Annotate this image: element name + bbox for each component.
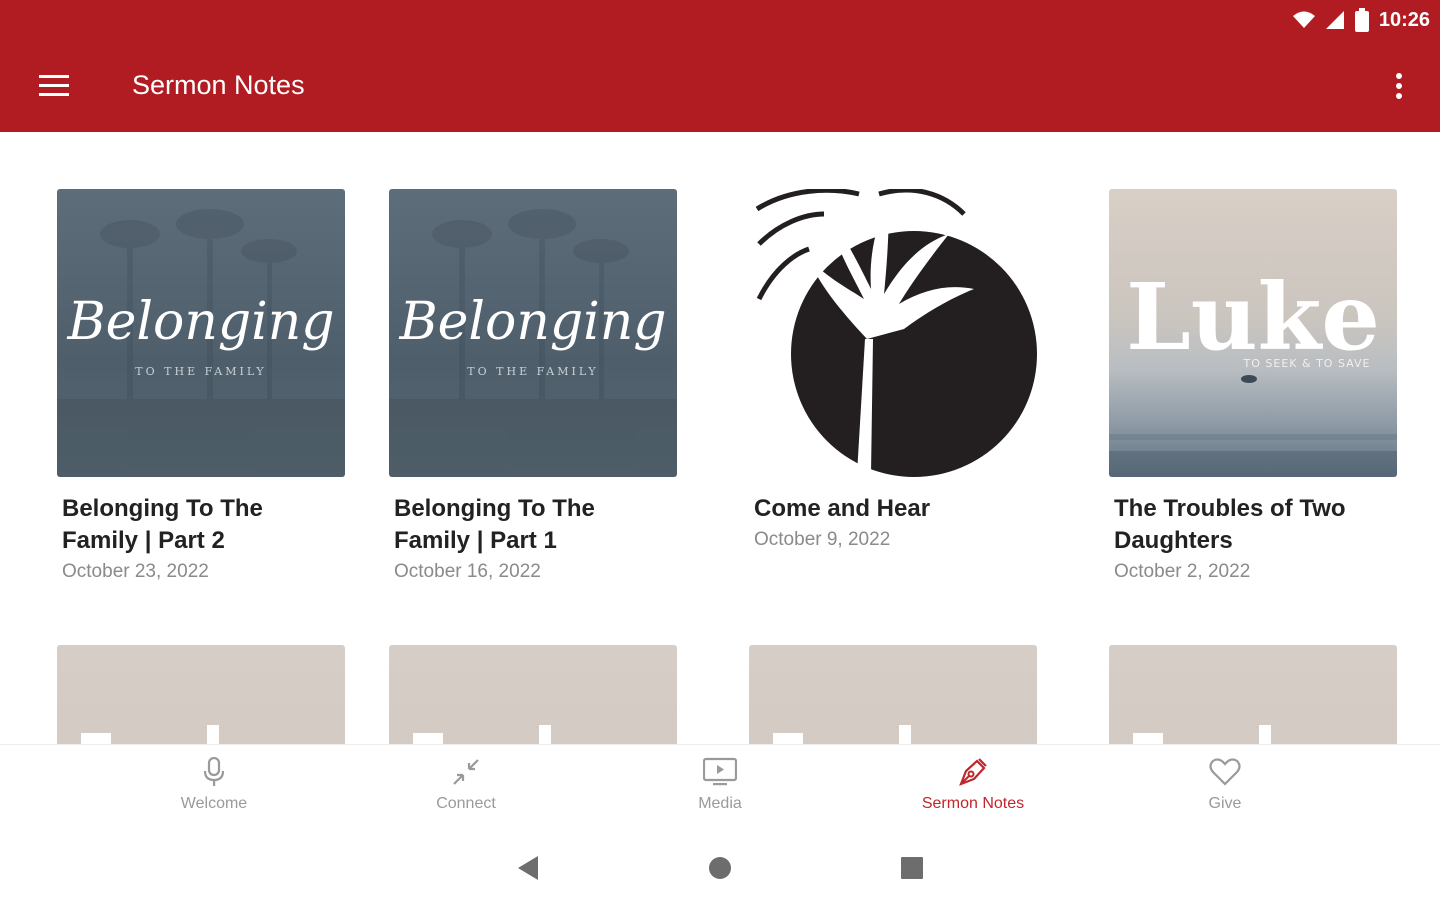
nav-label-welcome: Welcome: [180, 795, 248, 812]
app-bar: 10:26 Sermon Notes: [0, 0, 1440, 132]
luke-art-text: Luke: [1126, 263, 1380, 371]
sermon-title: Belonging To The Family | Part 2: [62, 495, 263, 554]
nav-item-media[interactable]: Media: [650, 755, 790, 825]
sermon-card[interactable]: Luke TO SEEK & TO SAVE The Troubles of T…: [1109, 189, 1397, 587]
battery-icon: [1354, 8, 1369, 32]
nav-label-connect: Connect: [436, 795, 496, 812]
nav-item-sermon-notes[interactable]: Sermon Notes: [903, 755, 1043, 825]
recents-square-icon: [901, 857, 923, 879]
hamburger-menu-icon: [39, 75, 69, 96]
heart-icon: [1208, 755, 1242, 789]
sermon-card[interactable]: Belonging TO THE FAMILY Belonging To The…: [57, 189, 345, 587]
more-vert-icon: [1396, 73, 1402, 99]
nav-label-give: Give: [1208, 795, 1242, 812]
page-title: Sermon Notes: [132, 70, 305, 100]
status-time: 10:26: [1378, 8, 1430, 31]
sermon-thumbnail-luke: [749, 645, 1037, 744]
sermon-date: October 9, 2022: [754, 529, 891, 550]
menu-button[interactable]: [34, 68, 74, 104]
sermon-date: October 2, 2022: [1114, 561, 1251, 582]
sermon-thumbnail-luke: [389, 645, 677, 744]
nav-label-media: Media: [698, 795, 742, 812]
belonging-art-subtext: TO THE FAMILY: [467, 365, 598, 378]
sermon-card[interactable]: [749, 645, 1037, 744]
pen-icon: [956, 755, 990, 789]
sermon-date: October 23, 2022: [62, 561, 209, 582]
nav-item-connect[interactable]: Connect: [396, 755, 536, 825]
belonging-art-text: Belonging: [398, 292, 666, 352]
sermon-date: October 16, 2022: [394, 561, 541, 582]
wifi-icon: [1292, 11, 1315, 28]
status-bar: 10:26: [1292, 6, 1430, 34]
toolbar: Sermon Notes: [0, 50, 1440, 122]
luke-art-subtext: TO SEEK & TO SAVE: [1243, 357, 1371, 370]
microphone-icon: [197, 755, 231, 789]
sermon-title: Come and Hear: [754, 495, 931, 522]
sermon-thumbnail-luke: [57, 645, 345, 744]
home-circle-icon: [709, 857, 731, 879]
sermon-card[interactable]: Come and Hear October 9, 2022: [749, 189, 1037, 555]
sermon-thumbnail-luke: [1109, 645, 1397, 744]
palm-tree-logo-icon: [755, 189, 1037, 477]
belonging-art-subtext: TO THE FAMILY: [135, 365, 266, 378]
back-button[interactable]: [510, 850, 546, 886]
sermon-thumbnail-belonging: Belonging TO THE FAMILY: [389, 189, 677, 477]
home-button[interactable]: [702, 850, 738, 886]
nav-label-sermon-notes: Sermon Notes: [921, 795, 1025, 812]
recents-button[interactable]: [894, 850, 930, 886]
connect-arrows-icon: [449, 755, 483, 789]
bottom-navigation: Welcome Connect Media Sermon Notes Give: [0, 744, 1440, 832]
overflow-menu-button[interactable]: [1384, 66, 1414, 106]
sermon-title: The Troubles of Two Daughters: [1114, 495, 1346, 554]
sermon-title: Belonging To The Family | Part 1: [394, 495, 595, 554]
belonging-art-text: Belonging: [66, 292, 334, 352]
nav-item-give[interactable]: Give: [1155, 755, 1295, 825]
signal-icon: [1325, 11, 1344, 29]
system-navigation-bar: [0, 832, 1440, 900]
sermon-grid: Belonging TO THE FAMILY Belonging To The…: [0, 132, 1440, 744]
nav-item-welcome[interactable]: Welcome: [144, 755, 284, 825]
sermon-card[interactable]: [389, 645, 677, 744]
sermon-thumbnail-belonging: Belonging TO THE FAMILY: [57, 189, 345, 477]
tv-play-icon: [703, 755, 737, 789]
sermon-thumbnail-palm: [749, 189, 1037, 477]
back-triangle-icon: [518, 856, 538, 880]
sermon-thumbnail-luke: Luke TO SEEK & TO SAVE: [1109, 189, 1397, 477]
sermon-card[interactable]: [1109, 645, 1397, 744]
sermon-card[interactable]: [57, 645, 345, 744]
sermon-card[interactable]: Belonging TO THE FAMILY Belonging To The…: [389, 189, 677, 587]
